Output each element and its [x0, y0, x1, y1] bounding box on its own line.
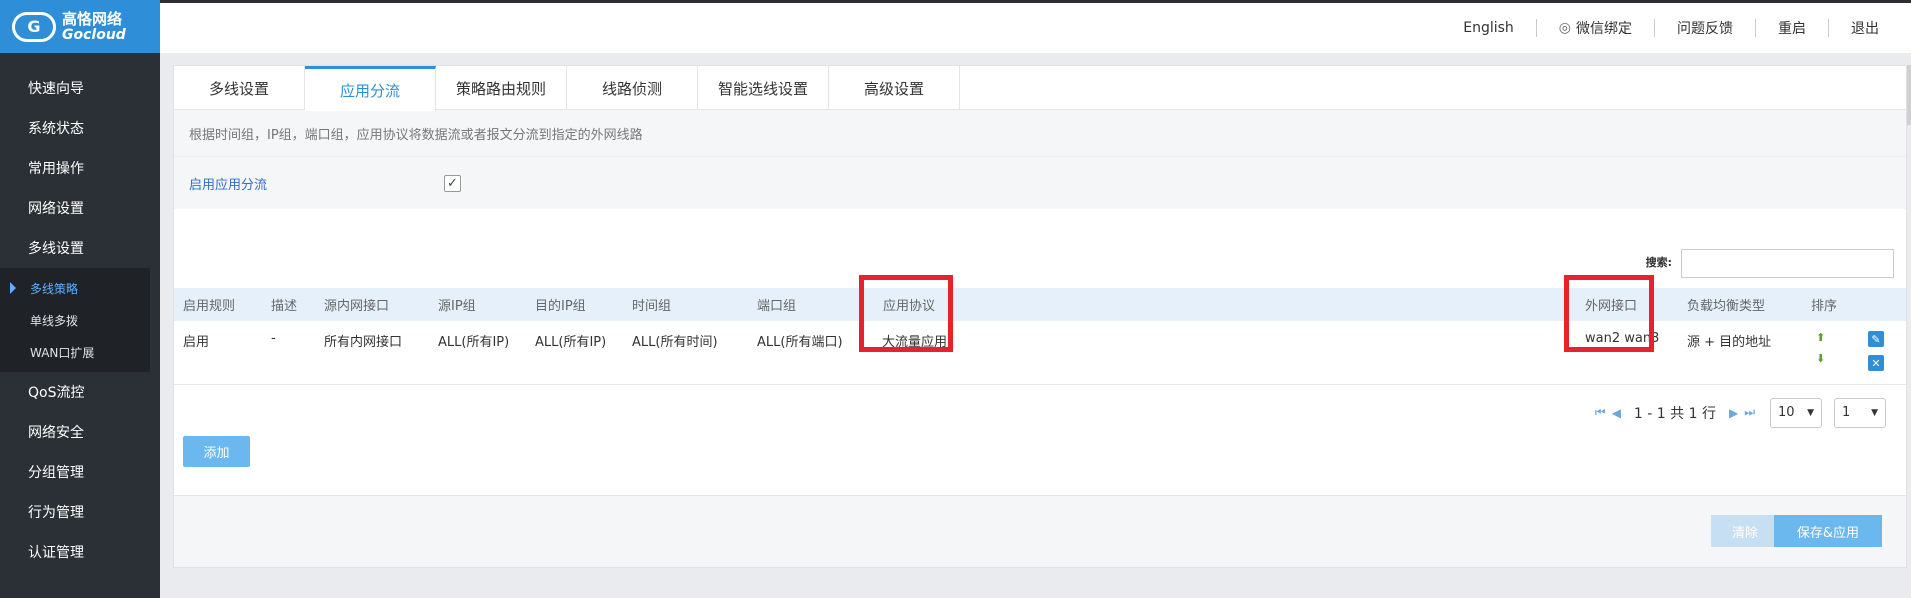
- cell-enable: 启用: [183, 335, 210, 350]
- enable-app-split-checkbox[interactable]: ✓: [444, 174, 461, 192]
- sidebar-menu: 快速向导 系统状态 常用操作 网络设置 多线设置 多线策略 单线多拨 WAN口扩…: [0, 68, 160, 572]
- tab-app-split[interactable]: 应用分流: [305, 66, 436, 111]
- page-description: 根据时间组，IP组，端口组，应用协议将数据流或者报文分流到指定的外网线路: [174, 110, 1906, 157]
- tab-line-detection[interactable]: 线路侦测: [567, 66, 698, 110]
- col-header-enable: 启用规则: [183, 299, 236, 314]
- col-header-time-group: 时间组: [632, 299, 672, 314]
- sidebar: G 高恪网络 Gocloud 快速向导 系统状态 常用操作 网络设置 多线设置 …: [0, 0, 160, 598]
- cell-dst-ip: ALL(所有IP): [535, 335, 607, 350]
- dropdown-arrow-icon: ▼: [1807, 407, 1814, 418]
- english-link[interactable]: English: [1441, 19, 1537, 37]
- page-size-value: 10: [1778, 405, 1795, 420]
- edit-icon[interactable]: ✎: [1868, 331, 1884, 347]
- pagination: ⏮ ◀ 1 - 1 共 1 行 ▶ ⏭ 10 ▼ 1 ▼: [174, 385, 1906, 440]
- sidebar-item-network-settings[interactable]: 网络设置: [0, 188, 160, 228]
- add-button[interactable]: 添加: [183, 436, 250, 467]
- highlight-box-wan-iface: [1564, 275, 1654, 352]
- clear-button[interactable]: 清除: [1711, 515, 1779, 547]
- sidebar-subitem-single-line-multidial[interactable]: 单线多拨: [0, 304, 150, 336]
- next-page-icon[interactable]: ▶: [1729, 406, 1738, 420]
- col-header-src-iface: 源内网接口: [324, 299, 390, 314]
- tab-smart-line-select[interactable]: 智能选线设置: [698, 66, 829, 110]
- cell-lb-type: 源 + 目的地址: [1687, 335, 1772, 350]
- col-header-lb-type: 负载均衡类型: [1687, 299, 1766, 314]
- sidebar-subitem-multiline-policy[interactable]: 多线策略: [0, 272, 150, 304]
- sort-controls: ⬆ ⬇: [1816, 331, 1825, 365]
- sidebar-subitem-wan-extension[interactable]: WAN口扩展: [0, 336, 150, 368]
- sidebar-item-system-status[interactable]: 系统状态: [0, 108, 160, 148]
- tab-policy-routing[interactable]: 策略路由规则: [436, 66, 567, 110]
- search-input[interactable]: [1681, 249, 1894, 278]
- scrollbar[interactable]: [1907, 65, 1911, 125]
- cell-src-ip: ALL(所有IP): [438, 335, 510, 350]
- main-panel: 多线设置 应用分流 策略路由规则 线路侦测 智能选线设置 高级设置 根据时间组，…: [173, 65, 1907, 568]
- page-info: 1 - 1 共 1 行: [1633, 405, 1716, 422]
- highlight-box-app-protocol: [859, 275, 953, 352]
- tab-advanced[interactable]: 高级设置: [829, 66, 960, 110]
- sidebar-item-group-management[interactable]: 分组管理: [0, 452, 160, 492]
- sidebar-item-common-ops[interactable]: 常用操作: [0, 148, 160, 188]
- logo-name-en: Gocloud: [62, 26, 126, 43]
- sidebar-item-multiline-settings[interactable]: 多线设置: [0, 228, 160, 268]
- restart-link[interactable]: 重启: [1756, 19, 1829, 37]
- cell-desc: -: [271, 331, 276, 346]
- col-header-src-ip: 源IP组: [438, 299, 476, 314]
- wechat-bind-label: 微信绑定: [1576, 21, 1632, 37]
- save-apply-button[interactable]: 保存&应用: [1774, 515, 1882, 547]
- enable-app-split-label: 启用应用分流: [189, 177, 268, 193]
- cell-src-iface: 所有内网接口: [324, 335, 403, 350]
- last-page-icon[interactable]: ⏭: [1744, 405, 1755, 420]
- dropdown-arrow-icon: ▼: [1871, 407, 1878, 418]
- cell-time-group: ALL(所有时间): [632, 335, 718, 350]
- page-number-value: 1: [1842, 405, 1851, 420]
- logo-name-cn: 高恪网络: [62, 9, 123, 28]
- col-header-port-group: 端口组: [757, 299, 797, 314]
- cloud-logo-icon: G: [12, 11, 56, 42]
- top-bar: English ◎ 微信绑定 问题反馈 重启 退出: [160, 0, 1911, 53]
- sidebar-item-qos[interactable]: QoS流控: [0, 372, 160, 412]
- wechat-icon: ◎: [1558, 20, 1571, 36]
- sidebar-item-behavior-management[interactable]: 行为管理: [0, 492, 160, 532]
- sidebar-item-quick-guide[interactable]: 快速向导: [0, 68, 160, 108]
- col-header-dst-ip: 目的IP组: [535, 299, 586, 314]
- move-down-icon[interactable]: ⬇: [1816, 352, 1825, 365]
- feedback-link[interactable]: 问题反馈: [1655, 19, 1756, 37]
- search-label: 搜索:: [1645, 256, 1672, 269]
- prev-page-icon[interactable]: ◀: [1612, 406, 1621, 420]
- sidebar-item-auth-management[interactable]: 认证管理: [0, 532, 160, 572]
- tab-multiline-settings[interactable]: 多线设置: [174, 66, 305, 110]
- tab-bar: 多线设置 应用分流 策略路由规则 线路侦测 智能选线设置 高级设置: [174, 66, 1906, 111]
- sidebar-item-network-security[interactable]: 网络安全: [0, 412, 160, 452]
- move-up-icon[interactable]: ⬆: [1816, 331, 1825, 344]
- cell-port-group: ALL(所有端口): [757, 335, 843, 350]
- col-header-desc: 描述: [271, 299, 298, 314]
- logout-link[interactable]: 退出: [1829, 19, 1901, 37]
- sidebar-submenu: 多线策略 单线多拨 WAN口扩展: [0, 268, 150, 372]
- logo: G 高恪网络 Gocloud: [0, 0, 160, 53]
- wechat-bind-link[interactable]: ◎ 微信绑定: [1537, 19, 1655, 37]
- first-page-icon[interactable]: ⏮: [1595, 405, 1606, 420]
- page-size-select[interactable]: 10 ▼: [1770, 397, 1822, 428]
- footer-bar: 清除 保存&应用: [174, 495, 1906, 567]
- page-number-select[interactable]: 1 ▼: [1834, 397, 1886, 428]
- enable-row: 启用应用分流 ✓: [174, 157, 1906, 209]
- delete-icon[interactable]: ✕: [1868, 355, 1884, 371]
- col-header-sort: 排序: [1811, 299, 1838, 314]
- row-actions: ✎ ✕: [1868, 331, 1884, 371]
